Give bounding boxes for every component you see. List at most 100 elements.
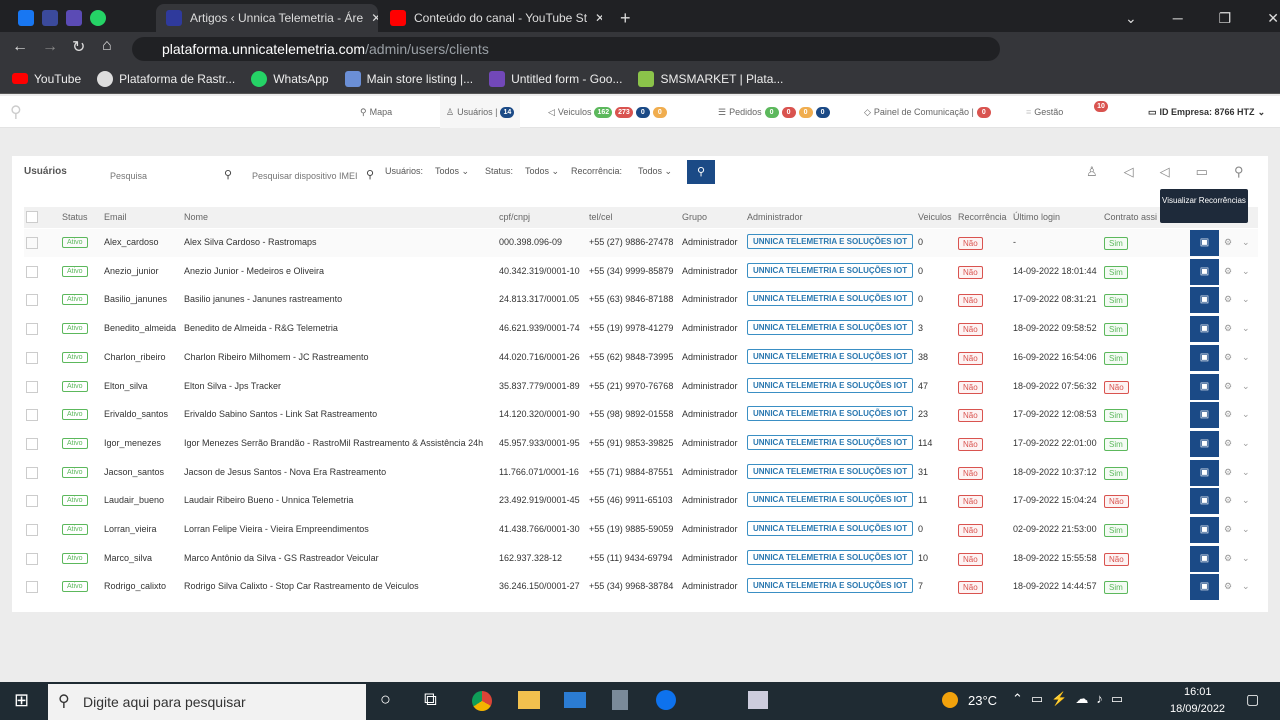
search-icon[interactable]: ⚲ [224,168,232,181]
chevron-down-icon[interactable]: ⌄ [1242,237,1250,248]
row-checkbox[interactable] [26,237,38,249]
view-recurrences-button[interactable]: ▣ [1190,574,1219,601]
close-icon[interactable]: ✕ [595,11,602,25]
row-checkbox[interactable] [26,351,38,364]
view-recurrences-button[interactable]: ▣ [1190,258,1219,285]
bookmark-plataforma[interactable]: Plataforma de Rastr... [97,70,235,87]
weather-temp[interactable]: 23°C [968,693,997,708]
table-row[interactable]: Ativo Basilio_janunes Basilio janunes - Ja… [24,286,1258,314]
table-row[interactable]: Ativo Benedito_almeida Benedito de Almeida… [24,315,1258,343]
chevron-down-icon[interactable]: ⌄ [1242,467,1250,478]
gear-icon[interactable]: ⚙ [1224,409,1232,420]
row-checkbox[interactable] [26,466,38,479]
table-row[interactable]: Ativo Charlon_ribeiro Charlon Ribeiro Milh… [24,344,1258,372]
bookmark-smsmarket[interactable]: SMSMARKET | Plata... [638,70,783,87]
gear-icon[interactable]: ⚙ [1224,294,1232,305]
gear-icon[interactable]: ⚙ [1224,266,1232,277]
view-recurrences-button[interactable]: ▣ [1190,402,1219,429]
minimize-icon[interactable]: ─ [1173,10,1183,26]
search-icon[interactable]: ⚲ [366,168,374,181]
table-row[interactable]: Ativo Igor_menezes Igor Menezes Serrão Bra… [24,430,1258,458]
gear-icon[interactable]: ⚙ [1224,467,1232,478]
view-recurrences-button[interactable]: ▣ [1190,488,1219,515]
empresa-selector[interactable]: ▭ ID Empresa: 8766 HTZ ⌄ [1148,96,1265,128]
gear-icon[interactable]: ⚙ [1224,323,1232,334]
app-icon[interactable] [748,691,768,709]
bookmark-youtube[interactable]: YouTube [12,72,81,86]
url-input[interactable]: plataforma.unnicatelemetria.com/admin/us… [132,37,1000,61]
table-row[interactable]: Ativo Marco_silva Marco Antônio da Silva -… [24,545,1258,573]
gear-icon[interactable]: ⚙ [1224,381,1232,392]
pinned-tabs[interactable] [8,4,148,32]
gear-icon[interactable]: ⚙ [1224,438,1232,449]
nav-gestao[interactable]: ≡ Gestão [1026,96,1063,128]
table-row[interactable]: Ativo Elton_silva Elton Silva - Jps Tracke… [24,373,1258,401]
clock-date[interactable]: 18/09/2022 [1170,703,1225,715]
chevron-down-icon[interactable]: ⌄ [1242,409,1250,420]
view-recurrences-button[interactable]: ▣ [1190,517,1219,543]
back-icon[interactable]: ← [12,38,28,56]
column-header[interactable]: Recorrência [958,212,1007,222]
column-header[interactable]: Email [104,212,127,222]
device-search-input[interactable] [248,166,360,186]
gear-icon[interactable]: ⚙ [1224,237,1232,248]
chevron-down-icon[interactable]: ⌄ [1242,352,1250,363]
view-recurrences-button[interactable]: ▣ [1190,373,1219,400]
row-checkbox[interactable] [26,380,38,393]
column-header[interactable]: Grupo [682,212,707,222]
chevron-down-icon[interactable]: ⌄ [1125,10,1137,27]
column-header[interactable]: cpf/cnpj [499,212,530,222]
nav-mapa[interactable]: ⚲ Mapa [360,96,392,128]
row-checkbox[interactable] [26,409,38,422]
view-recurrences-button[interactable]: ▣ [1190,459,1219,486]
gear-icon[interactable]: ⚙ [1224,352,1232,363]
reload-icon[interactable]: ↻ [72,37,85,57]
view-recurrences-button[interactable]: ▣ [1190,230,1219,256]
column-header[interactable]: Contrato assi [1104,212,1157,222]
select-all-checkbox[interactable] [26,211,38,223]
usuarios-filter-select[interactable]: Todos ⌄ [435,166,469,177]
row-checkbox[interactable] [26,294,38,307]
row-checkbox[interactable] [26,524,38,536]
column-header[interactable]: Status [62,212,88,222]
table-row[interactable]: Ativo Laudair_bueno Laudair Ribeiro Bueno … [24,487,1258,515]
row-checkbox[interactable] [26,552,38,565]
calculator-icon[interactable] [612,690,628,710]
column-header[interactable]: Veiculos [918,212,952,222]
gear-icon[interactable]: ⚙ [1224,553,1232,564]
table-row[interactable]: Ativo Anezio_junior Anezio Junior - Medeir… [24,258,1258,286]
location-icon[interactable]: ⚲ [1234,164,1244,180]
windows-start-icon[interactable]: ⊞ [14,690,29,711]
row-checkbox[interactable] [26,495,38,508]
file-explorer-icon[interactable] [518,691,540,709]
close-icon[interactable]: ✕ [1267,10,1279,27]
send-off-icon[interactable]: ◁ [1160,164,1170,180]
taskbar-search[interactable]: ⚲ Digite aqui para pesquisar [48,684,366,720]
notifications-button[interactable]: 10 [1094,90,1108,122]
search-button[interactable]: ⚲ [687,160,715,184]
chevron-down-icon[interactable]: ⌄ [1242,438,1250,449]
bookmark-whatsapp[interactable]: WhatsApp [251,70,329,87]
column-header[interactable]: Administrador [747,212,803,222]
weather-icon[interactable] [942,692,958,708]
table-row[interactable]: Ativo Lorran_vieira Lorran Felipe Vieira -… [24,516,1258,544]
view-recurrences-button[interactable]: ▣ [1190,545,1219,572]
chevron-down-icon[interactable]: ⌄ [1242,581,1250,592]
search-input[interactable] [104,166,238,186]
task-view-icon[interactable]: ⧉ [424,689,437,710]
chrome-icon[interactable] [472,691,492,711]
new-tab-button[interactable]: + [610,4,641,32]
table-row[interactable]: Ativo Erivaldo_santos Erivaldo Sabino Sant… [24,401,1258,429]
send-icon[interactable]: ◁ [1124,164,1134,180]
row-checkbox[interactable] [26,437,38,450]
gear-icon[interactable]: ⚙ [1224,495,1232,506]
chevron-down-icon[interactable]: ⌄ [1242,323,1250,334]
gear-icon[interactable]: ⚙ [1224,524,1232,535]
column-header[interactable]: Último login [1013,212,1060,222]
chevron-down-icon[interactable]: ⌄ [1242,266,1250,277]
view-recurrences-button[interactable]: ▣ [1190,344,1219,371]
view-recurrences-button[interactable]: ▣ [1190,430,1219,457]
mail-icon[interactable] [564,692,586,708]
chevron-down-icon[interactable]: ⌄ [1242,553,1250,564]
table-row[interactable]: Ativo Jacson_santos Jacson de Jesus Santos… [24,459,1258,487]
